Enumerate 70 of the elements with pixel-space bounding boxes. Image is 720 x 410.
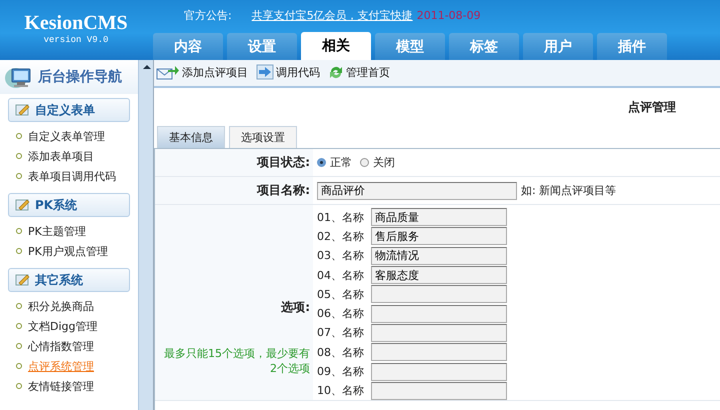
sidebar-title: 后台操作导航 [38,68,122,86]
radio-button[interactable] [317,158,326,167]
input-field[interactable] [371,382,507,400]
notice-label: 官方公告: [184,8,232,23]
input-field[interactable]: 物流情况 [371,246,507,265]
option-label: 01、名称 [317,210,365,225]
input-field[interactable] [371,304,507,323]
option-label: 04、名称 [317,268,365,283]
field-label: 选项: [281,298,310,316]
radio-label: 正常 [330,155,352,170]
field-label: 项目状态: [257,154,310,171]
sidebar-link[interactable]: 添加表单项目 [28,148,94,164]
bullet-icon [16,248,22,254]
option-label: 03、名称 [317,248,365,264]
pencil-icon [15,198,31,212]
option-label: 08、名称 [317,344,365,360]
bullet-icon [16,323,22,329]
sidebar-link[interactable]: 心情指数管理 [28,338,94,354]
bullet-icon [16,303,22,309]
input-field[interactable]: 商品质量 [371,208,507,226]
input-field[interactable] [371,324,507,342]
bullet-icon [16,228,22,234]
page-title: 点评管理 [628,98,676,116]
bullet-icon [16,363,22,369]
input-field[interactable] [371,285,507,304]
sidebar-link[interactable]: 自定义表单管理 [28,128,105,144]
option-label: 02、名称 [317,228,365,244]
form-tab[interactable]: 选项设置 [229,126,297,148]
input-field[interactable] [371,343,507,362]
option-label: 09、名称 [317,364,365,380]
sidebar-link[interactable]: 友情链接管理 [28,378,94,394]
nav-tab[interactable]: 相关 [301,32,371,60]
sidebar-link[interactable]: PK主题管理 [28,224,86,238]
option-label: 06、名称 [317,306,365,322]
input-field[interactable]: 售后服务 [371,227,507,246]
logo-text: KesionCMS [24,12,128,34]
help-text: 最多只能15个选项，最少要有2个选项 [163,346,310,376]
sidebar-link[interactable]: 文档Digg管理 [28,318,98,334]
hint-text: 如: 新闻点评项目等 [521,183,616,198]
arrow-icon [256,64,274,80]
refresh-icon [328,64,344,80]
field-label: 项目名称: [257,182,310,199]
version-label: version V9.0 [44,34,108,46]
bullet-icon [16,343,22,349]
section-header[interactable]: 其它系统 [8,268,130,292]
form-tab[interactable]: 基本信息 [157,126,225,148]
input-field[interactable] [371,362,507,381]
option-label: 05、名称 [317,286,365,302]
toolbar-button[interactable]: 添加点评项目 [156,64,248,80]
notice-date: 2011-08-09 [416,9,481,22]
pencil-icon [15,103,31,117]
input-field[interactable]: 客服态度 [371,266,507,284]
sidebar-link[interactable]: 积分兑换商品 [28,298,94,314]
radio-button[interactable] [360,158,369,167]
section-header[interactable]: PK系统 [8,193,130,217]
section-header[interactable]: 自定义表单 [8,98,130,122]
option-label: 07、名称 [317,325,365,340]
input-field[interactable]: 商品评价 [317,182,517,200]
radio-label: 关闭 [373,155,395,170]
pencil-icon [15,273,31,287]
bullet-icon [16,153,22,159]
bullet-icon [16,383,22,389]
option-label: 10、名称 [317,383,365,398]
sidebar-link[interactable]: PK用户观点管理 [28,244,108,258]
toolbar-button[interactable]: 调用代码 [256,64,320,80]
bullet-icon [16,133,22,139]
toolbar-button[interactable]: 管理首页 [328,64,390,80]
bullet-icon [16,173,22,179]
sidebar-link[interactable]: 表单项目调用代码 [28,168,116,184]
scrollbar[interactable] [138,60,153,410]
